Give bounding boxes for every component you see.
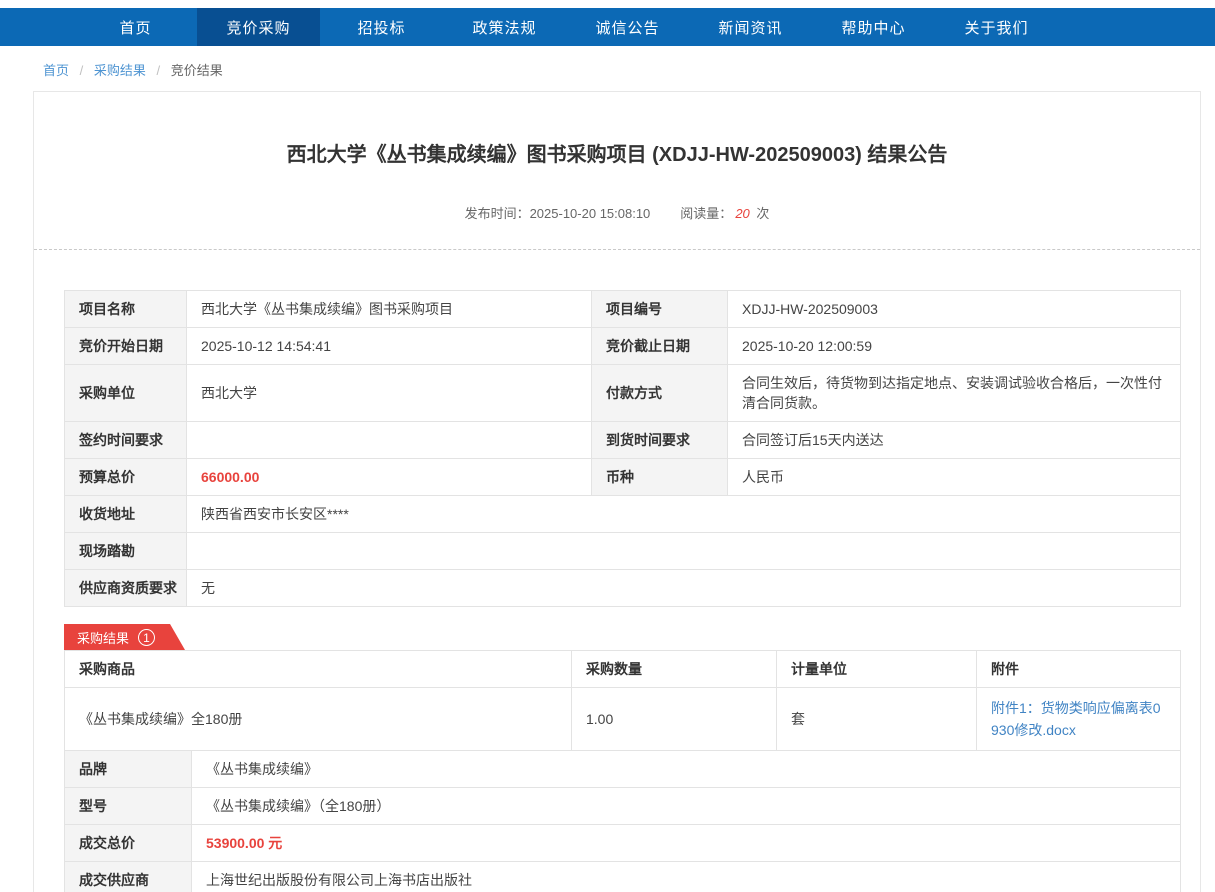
field-value: 《丛书集成续编》	[192, 751, 1181, 788]
field-value: 合同生效后，待货物到达指定地点、安装调试验收合格后，一次性付清合同货款。	[728, 365, 1181, 422]
nav-item-news[interactable]: 新闻资讯	[689, 8, 812, 46]
project-info-table: 项目名称 西北大学《丛书集成续编》图书采购项目 项目编号 XDJJ-HW-202…	[64, 290, 1181, 607]
field-label: 成交总价	[65, 825, 192, 862]
field-value	[187, 422, 592, 459]
breadcrumb-purchase-results-link[interactable]: 采购结果	[94, 63, 146, 78]
result-detail-table: 品牌 《丛书集成续编》 型号 《丛书集成续编》（全180册） 成交总价 5390…	[64, 750, 1181, 892]
field-value: 2025-10-12 14:54:41	[187, 328, 592, 365]
views-unit: 次	[756, 206, 769, 221]
product-quantity: 1.00	[572, 688, 777, 751]
nav-item-tendering[interactable]: 招投标	[320, 8, 443, 46]
table-header-row: 采购商品 采购数量 计量单位 附件	[65, 651, 1181, 688]
field-label: 品牌	[65, 751, 192, 788]
field-label: 预算总价	[65, 459, 187, 496]
field-value: XDJJ-HW-202509003	[728, 291, 1181, 328]
nav-item-policies[interactable]: 政策法规	[443, 8, 566, 46]
table-row: 现场踏勘	[65, 533, 1181, 570]
table-row: 签约时间要求 到货时间要求 合同签订后15天内送达	[65, 422, 1181, 459]
field-value: 西北大学	[187, 365, 592, 422]
field-label: 到货时间要求	[592, 422, 728, 459]
article-meta: 发布时间：2025-10-20 15:08:10 阅读量：20 次	[34, 203, 1200, 222]
attachment-link[interactable]: 附件1：货物类响应偏离表0930修改.docx	[991, 700, 1161, 738]
result-badge-count: 1	[138, 629, 155, 646]
breadcrumb-separator: /	[157, 63, 161, 78]
field-value: 无	[187, 570, 1181, 607]
main-nav: 首页 竞价采购 招投标 政策法规 诚信公告 新闻资讯 帮助中心 关于我们	[0, 8, 1215, 46]
nav-item-integrity-notice[interactable]: 诚信公告	[566, 8, 689, 46]
budget-total-value: 66000.00	[187, 459, 592, 496]
field-label: 现场踏勘	[65, 533, 187, 570]
field-label: 竞价截止日期	[592, 328, 728, 365]
result-badge-label: 采购结果	[77, 628, 129, 647]
product-name: 《丛书集成续编》全180册	[65, 688, 572, 751]
field-label: 竞价开始日期	[65, 328, 187, 365]
nav-item-home[interactable]: 首页	[74, 8, 197, 46]
table-row: 成交总价 53900.00 元	[65, 825, 1181, 862]
table-row: 竞价开始日期 2025-10-12 14:54:41 竞价截止日期 2025-1…	[65, 328, 1181, 365]
page-title: 西北大学《丛书集成续编》图书采购项目 (XDJJ-HW-202509003) 结…	[94, 138, 1140, 167]
field-value: 2025-10-20 12:00:59	[728, 328, 1181, 365]
field-label: 供应商资质要求	[65, 570, 187, 607]
nav-item-about-us[interactable]: 关于我们	[935, 8, 1058, 46]
field-value: 陕西省西安市长安区****	[187, 496, 1181, 533]
field-label: 签约时间要求	[65, 422, 187, 459]
attachment-cell: 附件1：货物类响应偏离表0930修改.docx	[977, 688, 1181, 751]
table-row: 项目名称 西北大学《丛书集成续编》图书采购项目 项目编号 XDJJ-HW-202…	[65, 291, 1181, 328]
field-label: 项目名称	[65, 291, 187, 328]
views-label: 阅读量：	[680, 206, 732, 221]
deal-total-price: 53900.00 元	[192, 825, 1181, 862]
nav-item-help-center[interactable]: 帮助中心	[812, 8, 935, 46]
dashed-divider	[34, 249, 1200, 250]
field-value: 上海世纪出版股份有限公司上海书店出版社	[192, 862, 1181, 892]
breadcrumb: 首页 / 采购结果 / 竞价结果	[43, 60, 1215, 79]
table-row: 收货地址 陕西省西安市长安区****	[65, 496, 1181, 533]
field-label: 收货地址	[65, 496, 187, 533]
breadcrumb-current: 竞价结果	[171, 63, 223, 78]
column-header: 采购商品	[65, 651, 572, 688]
field-value: 《丛书集成续编》（全180册）	[192, 788, 1181, 825]
field-label: 型号	[65, 788, 192, 825]
result-badge: 采购结果 1	[64, 624, 185, 650]
field-value: 人民币	[728, 459, 1181, 496]
publish-time-label: 发布时间：	[465, 206, 530, 221]
table-row: 成交供应商 上海世纪出版股份有限公司上海书店出版社	[65, 862, 1181, 892]
announcement-card: 西北大学《丛书集成续编》图书采购项目 (XDJJ-HW-202509003) 结…	[33, 91, 1201, 892]
field-label: 付款方式	[592, 365, 728, 422]
table-row: 采购单位 西北大学 付款方式 合同生效后，待货物到达指定地点、安装调试验收合格后…	[65, 365, 1181, 422]
column-header: 计量单位	[777, 651, 977, 688]
product-unit: 套	[777, 688, 977, 751]
table-row: 品牌 《丛书集成续编》	[65, 751, 1181, 788]
field-label: 成交供应商	[65, 862, 192, 892]
field-label: 采购单位	[65, 365, 187, 422]
field-value: 西北大学《丛书集成续编》图书采购项目	[187, 291, 592, 328]
field-label: 币种	[592, 459, 728, 496]
table-row: 预算总价 66000.00 币种 人民币	[65, 459, 1181, 496]
breadcrumb-separator: /	[80, 63, 84, 78]
field-value	[187, 533, 1181, 570]
publish-time-value: 2025-10-20 15:08:10	[530, 206, 651, 221]
column-header: 附件	[977, 651, 1181, 688]
result-product-table: 采购商品 采购数量 计量单位 附件 《丛书集成续编》全180册 1.00 套 附…	[64, 650, 1181, 751]
field-label: 项目编号	[592, 291, 728, 328]
field-value: 合同签订后15天内送达	[728, 422, 1181, 459]
column-header: 采购数量	[572, 651, 777, 688]
table-row: 型号 《丛书集成续编》（全180册）	[65, 788, 1181, 825]
table-row: 《丛书集成续编》全180册 1.00 套 附件1：货物类响应偏离表0930修改.…	[65, 688, 1181, 751]
breadcrumb-home-link[interactable]: 首页	[43, 63, 69, 78]
table-row: 供应商资质要求 无	[65, 570, 1181, 607]
nav-item-bidding-purchase[interactable]: 竞价采购	[197, 8, 320, 46]
views-count: 20	[735, 206, 749, 221]
